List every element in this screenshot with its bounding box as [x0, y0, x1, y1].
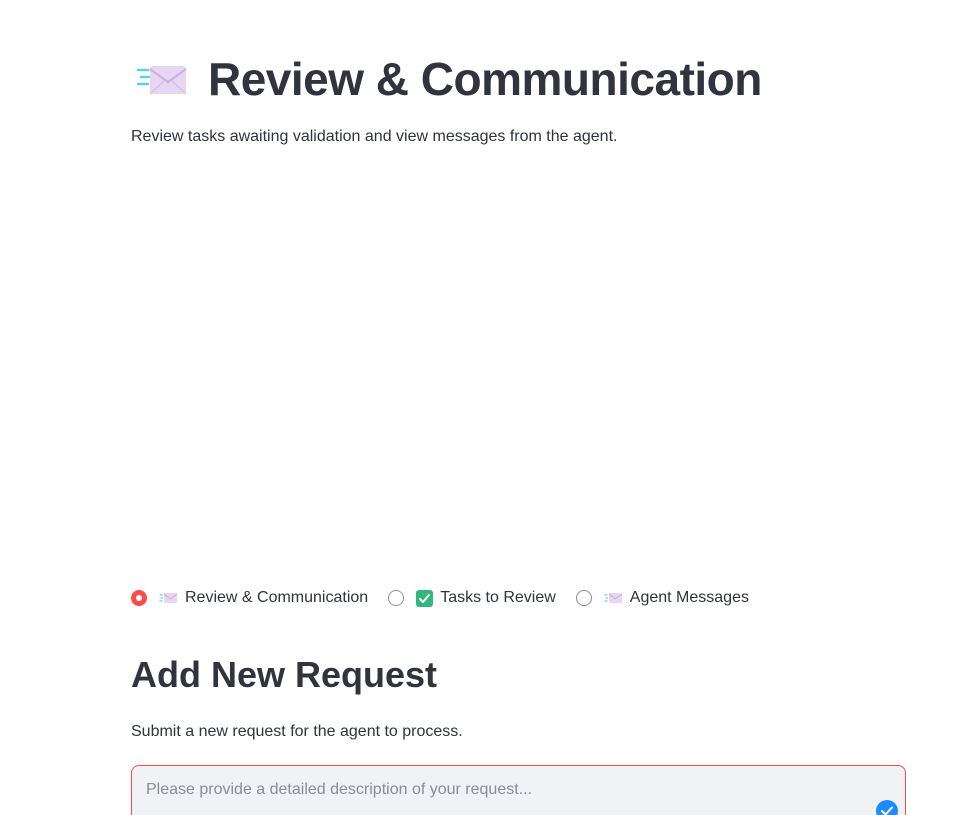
grammar-check-icon[interactable] — [876, 800, 898, 815]
request-textarea-container — [131, 765, 906, 815]
section-description: Submit a new request for the agent to pr… — [131, 723, 463, 740]
page-title: Review & Communication — [208, 53, 762, 105]
radio-label: Agent Messages — [629, 589, 749, 606]
check-mark-button-icon — [416, 589, 434, 607]
incoming-envelope-icon — [604, 591, 623, 605]
radio-label: Tasks to Review — [440, 589, 556, 606]
radio-option-review-communication[interactable]: Review & Communication — [131, 589, 368, 607]
incoming-envelope-icon — [159, 591, 178, 605]
radio-button[interactable] — [575, 590, 592, 606]
page-header: Review & Communication — [136, 48, 762, 110]
request-description-input[interactable] — [132, 766, 905, 815]
section-title: Add New Request — [131, 654, 438, 695]
radio-option-agent-messages[interactable]: Agent Messages — [575, 589, 749, 607]
radio-label: Review & Communication — [185, 589, 369, 606]
view-radio-group: Review & Communication Tasks to Review A… — [131, 586, 769, 610]
incoming-envelope-icon — [136, 62, 188, 96]
radio-option-tasks-to-review[interactable]: Tasks to Review — [388, 589, 556, 607]
page: Review & Communication Review tasks awai… — [0, 0, 966, 815]
radio-button[interactable] — [388, 590, 405, 606]
page-subtitle: Review tasks awaiting validation and vie… — [131, 128, 618, 145]
radio-button-selected[interactable] — [131, 590, 147, 606]
